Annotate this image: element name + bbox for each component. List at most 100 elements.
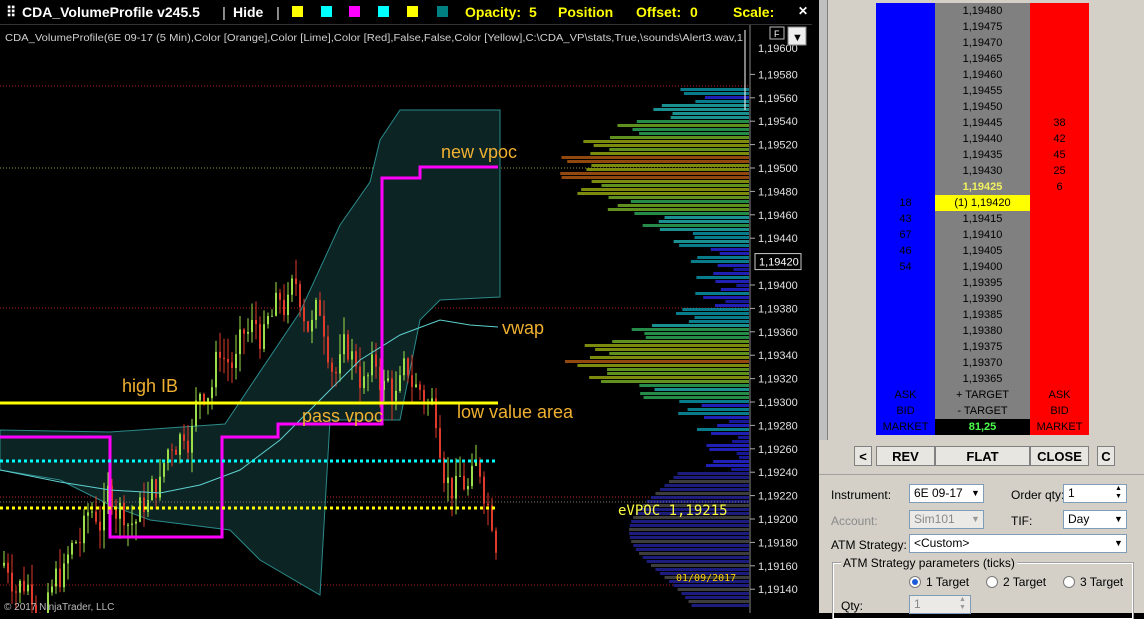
dom-ask-cell[interactable]	[1030, 291, 1089, 307]
dom-bid-cell[interactable]	[876, 275, 935, 291]
dom-bid-cell[interactable]	[876, 131, 935, 147]
atm-strategy-select[interactable]: <Custom> ▼	[909, 534, 1127, 553]
target-1-radio[interactable]	[909, 576, 921, 588]
swatch-3[interactable]	[349, 6, 360, 17]
candle-body	[59, 568, 61, 588]
volume-profile-bar	[703, 296, 749, 299]
dom-bid-cell[interactable]	[876, 355, 935, 371]
volume-profile-bar	[685, 596, 749, 599]
dom-bid-cell[interactable]	[876, 339, 935, 355]
dom-ask-cell[interactable]	[1030, 307, 1089, 323]
dom-bid-cell[interactable]	[876, 83, 935, 99]
dom-ask-cell[interactable]	[1030, 243, 1089, 259]
dom-ask-cell[interactable]: 45	[1030, 147, 1089, 163]
volume-profile-bar	[669, 480, 749, 483]
volume-profile-bar	[704, 96, 749, 99]
hide-button[interactable]: Hide	[233, 4, 263, 20]
dom-bid-cell[interactable]	[876, 371, 935, 387]
dom-bid-cell[interactable]	[876, 115, 935, 131]
dom-ask-cell[interactable]	[1030, 83, 1089, 99]
dom-ask-cell[interactable]	[1030, 371, 1089, 387]
swatch-6[interactable]	[437, 6, 448, 17]
swatch-4[interactable]	[378, 6, 389, 17]
dom-ask-cell[interactable]	[1030, 227, 1089, 243]
dom-ask-cell[interactable]: 42	[1030, 131, 1089, 147]
dom-bid-cell[interactable]	[876, 147, 935, 163]
dom-ask-cell[interactable]	[1030, 355, 1089, 371]
dom-footer-left[interactable]: MARKET	[876, 419, 935, 435]
dom-bid-cell[interactable]	[876, 19, 935, 35]
offset-value[interactable]: 0	[690, 4, 698, 20]
prev-button[interactable]: <	[854, 446, 872, 466]
dom-ask-cell[interactable]	[1030, 19, 1089, 35]
dom-ask-cell[interactable]	[1030, 211, 1089, 227]
dom-bid-cell[interactable]: 18	[876, 195, 935, 211]
dom-ask-cell[interactable]	[1030, 3, 1089, 19]
dom-bid-cell[interactable]	[876, 291, 935, 307]
close-position-button[interactable]: CLOSE	[1030, 446, 1089, 466]
dom-ask-cell[interactable]	[1030, 35, 1089, 51]
evpoc-label: eVPOC 1,19215	[618, 503, 728, 519]
toolbar-close-icon[interactable]: ✕	[798, 4, 808, 18]
c-button[interactable]: C	[1097, 446, 1115, 466]
opacity-value[interactable]: 5	[529, 4, 537, 20]
swatch-2[interactable]	[321, 6, 332, 17]
tif-select[interactable]: Day ▼	[1063, 510, 1127, 529]
dom-bid-cell[interactable]: 67	[876, 227, 935, 243]
dom-ask-cell[interactable]	[1030, 275, 1089, 291]
dom-ask-cell[interactable]	[1030, 259, 1089, 275]
dom-scrollbar[interactable]	[819, 0, 828, 440]
dom-footer-left[interactable]: BID	[876, 403, 935, 419]
candle-body	[411, 375, 413, 387]
target-qty-stepper[interactable]: 1 ▲ ▼	[909, 595, 971, 614]
dom-ask-cell[interactable]	[1030, 99, 1089, 115]
dom-bid-cell[interactable]: 43	[876, 211, 935, 227]
dom-bid-cell[interactable]	[876, 307, 935, 323]
instrument-select[interactable]: 6E 09-17 ▼	[909, 484, 984, 503]
order-qty-stepper[interactable]: 1 ▲ ▼	[1063, 484, 1127, 503]
target-2-radio[interactable]	[986, 576, 998, 588]
dom-footer-left[interactable]: ASK	[876, 387, 935, 403]
dom-ask-cell[interactable]	[1030, 195, 1089, 211]
dom-bid-cell[interactable]	[876, 51, 935, 67]
swatch-1[interactable]	[292, 6, 303, 17]
dom-ask-cell[interactable]: 38	[1030, 115, 1089, 131]
target-3-label[interactable]: 3 Target	[1080, 575, 1123, 589]
dom-bid-cell[interactable]: 46	[876, 243, 935, 259]
volume-profile-bar	[705, 464, 749, 467]
dom-ask-cell[interactable]	[1030, 339, 1089, 355]
dom-bid-cell[interactable]	[876, 35, 935, 51]
dom-ask-cell[interactable]	[1030, 67, 1089, 83]
target-1-label[interactable]: 1 Target	[926, 575, 969, 589]
dom-bid-cell[interactable]	[876, 323, 935, 339]
dom-price-cell: 1,19475	[935, 19, 1030, 35]
dom-ask-cell[interactable]	[1030, 51, 1089, 67]
price-chart[interactable]: 1,19580 1,19560 1,19540 1,19520 1,19500 1,194…	[0, 25, 812, 613]
candle-body	[315, 300, 317, 320]
dom-footer-right[interactable]: BID	[1030, 403, 1089, 419]
dom-ask-cell[interactable]	[1030, 323, 1089, 339]
swatch-5[interactable]	[407, 6, 418, 17]
dom-bid-cell[interactable]	[876, 67, 935, 83]
rev-button[interactable]: REV	[876, 446, 935, 466]
volume-profile-bar	[577, 364, 749, 367]
dom-ask-cell[interactable]: 6	[1030, 179, 1089, 195]
dom-ask-cell[interactable]: 25	[1030, 163, 1089, 179]
volume-profile-bar	[612, 340, 749, 343]
dom-bid-cell[interactable]	[876, 163, 935, 179]
dom-footer-mid[interactable]: - TARGET	[935, 403, 1030, 419]
target-2-label[interactable]: 2 Target	[1003, 575, 1046, 589]
dom-footer-mid[interactable]: + TARGET	[935, 387, 1030, 403]
dom-bid-cell[interactable]: 54	[876, 259, 935, 275]
dom-footer-right[interactable]: ASK	[1030, 387, 1089, 403]
dom-bid-cell[interactable]	[876, 3, 935, 19]
flat-button[interactable]: FLAT	[935, 446, 1030, 466]
candle-body	[199, 393, 201, 401]
dom-bid-cell[interactable]	[876, 179, 935, 195]
dom-footer-right[interactable]: MARKET	[1030, 419, 1089, 435]
position-button[interactable]: Position	[558, 4, 613, 20]
dom-bid-cell[interactable]	[876, 99, 935, 115]
chart-panel[interactable]: ⠿ CDA_VolumeProfile v245.5 | Hide | Opac…	[0, 0, 812, 613]
target-3-radio[interactable]	[1063, 576, 1075, 588]
account-select[interactable]: Sim101 ▼	[909, 510, 984, 529]
